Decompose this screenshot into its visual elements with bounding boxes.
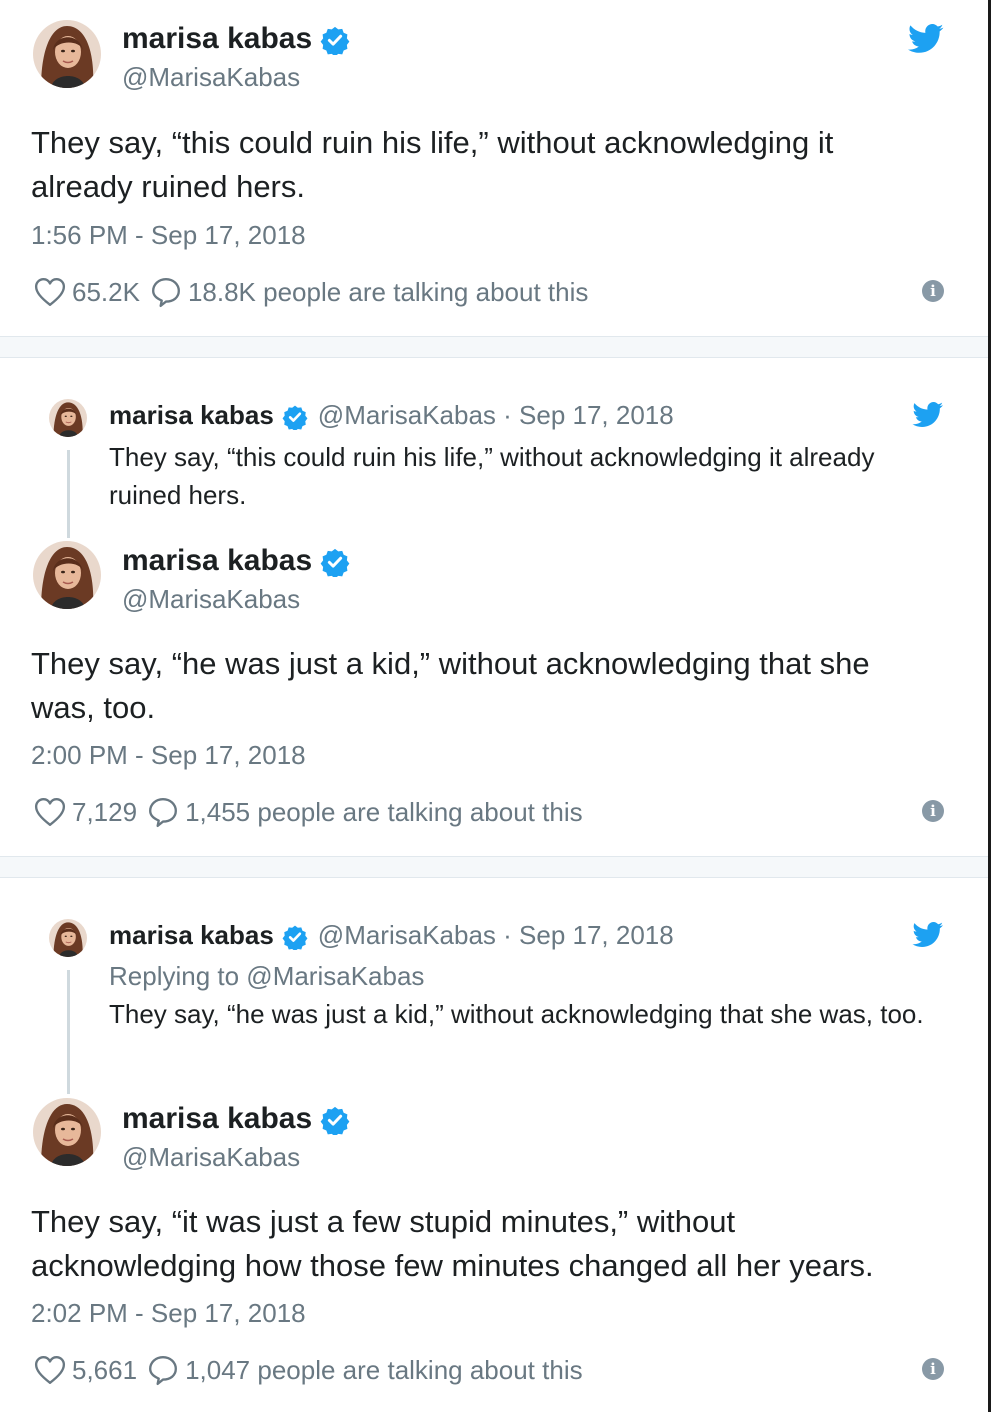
parent-handle-date: @MarisaKabas · Sep 17, 2018 [317, 400, 674, 430]
parent-author-name: marisa kabas [109, 920, 274, 950]
replying-to[interactable]: Replying to @MarisaKabas [109, 961, 424, 992]
author-name-text: marisa kabas [122, 1102, 313, 1135]
tweet-actions: 5,661 1,047 people are talking about thi… [34, 1353, 593, 1387]
parent-tweet-text: They say, “this could ruin his life,” wi… [109, 442, 875, 510]
tweet-text: They say, “he was just a kid,” without a… [31, 646, 870, 725]
author-handle[interactable]: @MarisaKabas [122, 1142, 300, 1173]
separator [0, 336, 988, 358]
parent-handle-date: @MarisaKabas · Sep 17, 2018 [317, 920, 674, 950]
reply-bubble-icon[interactable] [147, 796, 179, 828]
parent-tweet-text: They say, “he was just a kid,” without a… [109, 999, 924, 1029]
talking-count[interactable]: 1,047 people are talking about this [185, 1355, 583, 1386]
reply-bubble-icon[interactable] [150, 276, 182, 308]
heart-icon[interactable] [34, 1355, 66, 1385]
avatar[interactable] [33, 541, 101, 609]
tweet-timestamp[interactable]: 2:02 PM - Sep 17, 2018 [31, 1298, 306, 1329]
thread-line [67, 450, 70, 538]
author-name-text: marisa kabas [122, 22, 313, 55]
like-count[interactable]: 5,661 [72, 1355, 137, 1386]
verified-badge-icon [320, 547, 350, 577]
author-name-text: marisa kabas [122, 544, 313, 577]
tweet-actions: 65.2K 18.8K people are talking about thi… [34, 275, 598, 309]
verified-badge-icon [320, 1105, 350, 1135]
twitter-bird-icon[interactable] [912, 402, 944, 428]
like-count[interactable]: 65.2K [72, 277, 140, 308]
author-handle[interactable]: @MarisaKabas [122, 584, 300, 615]
verified-badge-icon [282, 404, 308, 430]
verified-badge-icon [320, 25, 350, 55]
info-icon[interactable]: i [922, 280, 944, 302]
avatar[interactable] [33, 20, 101, 88]
info-icon[interactable]: i [922, 1358, 944, 1380]
like-count[interactable]: 7,129 [72, 797, 137, 828]
parent-header[interactable]: marisa kabas @MarisaKabas · Sep 17, 2018 [109, 920, 674, 951]
tweet-card-1: marisa kabas @MarisaKabas They say, “thi… [0, 0, 988, 336]
author-name[interactable]: marisa kabas [122, 544, 350, 578]
author-handle[interactable]: @MarisaKabas [122, 62, 300, 93]
verified-badge-icon [282, 924, 308, 950]
parent-avatar[interactable] [49, 919, 87, 957]
tweet-actions: 7,129 1,455 people are talking about thi… [34, 795, 593, 829]
reply-bubble-icon[interactable] [147, 1354, 179, 1386]
twitter-bird-icon[interactable] [912, 922, 944, 948]
talking-count[interactable]: 1,455 people are talking about this [185, 797, 583, 828]
separator [0, 856, 988, 878]
parent-header[interactable]: marisa kabas @MarisaKabas · Sep 17, 2018 [109, 400, 674, 431]
thread-line [67, 970, 70, 1094]
tweet-card-2: marisa kabas @MarisaKabas · Sep 17, 2018 … [0, 358, 988, 856]
avatar[interactable] [33, 1098, 101, 1166]
author-name[interactable]: marisa kabas [122, 1102, 350, 1136]
tweet-timestamp[interactable]: 1:56 PM - Sep 17, 2018 [31, 220, 306, 251]
info-icon[interactable]: i [922, 800, 944, 822]
tweet-text: They say, “this could ruin his life,” wi… [31, 125, 834, 204]
heart-icon[interactable] [34, 797, 66, 827]
author-name[interactable]: marisa kabas [122, 22, 350, 56]
heart-icon[interactable] [34, 277, 66, 307]
talking-count[interactable]: 18.8K people are talking about this [188, 277, 588, 308]
tweet-timestamp[interactable]: 2:00 PM - Sep 17, 2018 [31, 740, 306, 771]
parent-author-name: marisa kabas [109, 400, 274, 430]
tweet-text: They say, “it was just a few stupid minu… [31, 1204, 874, 1283]
parent-avatar[interactable] [49, 399, 87, 437]
tweet-card-3: marisa kabas @MarisaKabas · Sep 17, 2018 … [0, 878, 988, 1412]
twitter-bird-icon[interactable] [908, 24, 944, 54]
